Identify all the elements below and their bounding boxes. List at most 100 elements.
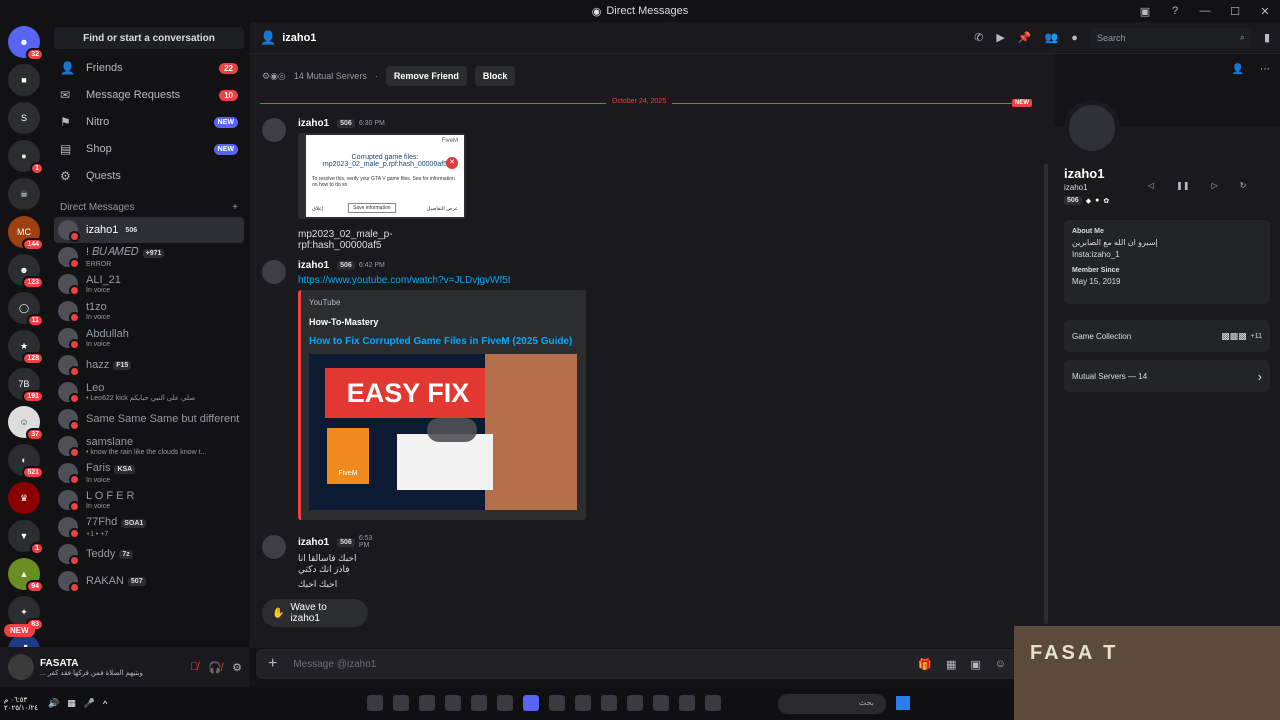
avatar[interactable] xyxy=(262,535,286,559)
server-icon[interactable]: ◯ 11 xyxy=(8,292,44,327)
store-icon[interactable] xyxy=(679,695,695,711)
remove-friend-button[interactable]: Remove Friend xyxy=(385,66,467,86)
gif-icon[interactable]: ▦ xyxy=(946,658,956,671)
folder-icon[interactable] xyxy=(653,695,669,711)
play-button[interactable] xyxy=(427,418,477,442)
nav-message-requests[interactable]: ✉ Message Requests 10 xyxy=(54,82,244,108)
tray-expand-icon[interactable]: ^ xyxy=(103,699,107,709)
profile-avatar[interactable] xyxy=(1064,100,1120,156)
nav-shop[interactable]: ▤ Shop NEW xyxy=(54,136,244,162)
taskbar-app-icon[interactable] xyxy=(497,695,513,711)
chat-recipient[interactable]: izaho1 xyxy=(282,32,316,44)
dm-item[interactable]: izaho1 506 xyxy=(54,217,244,243)
pause-icon[interactable]: ❚❚ xyxy=(1176,181,1189,190)
message-author[interactable]: izaho1 xyxy=(298,537,329,548)
emoji-icon[interactable]: ☺ xyxy=(995,658,1006,670)
server-icon[interactable]: ☻ 123 xyxy=(8,254,44,289)
game-collection-card[interactable]: Game Collection ▩▩▩ +11 xyxy=(1064,320,1270,352)
wave-button[interactable]: ✋ Wave to izaho1 xyxy=(262,599,368,627)
taskbar-app-icon[interactable] xyxy=(471,695,487,711)
discord-icon[interactable] xyxy=(523,695,539,711)
server-icon[interactable]: ■ xyxy=(8,64,40,96)
start-icon[interactable] xyxy=(896,696,910,710)
brave-icon[interactable] xyxy=(549,695,565,711)
dm-item[interactable]: Leo • Leo622 kick صلي على النبي حبايكم xyxy=(54,379,244,405)
embed-title[interactable]: How to Fix Corrupted Game Files in FiveM… xyxy=(309,336,578,347)
dm-item[interactable]: t1zo In voice xyxy=(54,298,244,324)
server-icon[interactable]: ● 1 xyxy=(8,140,44,175)
gift-icon[interactable]: 🎁 xyxy=(918,658,932,671)
dm-item[interactable]: Abdullah In voice xyxy=(54,325,244,351)
taskbar-app-icon[interactable] xyxy=(705,695,721,711)
next-icon[interactable]: ▷ xyxy=(1212,181,1218,190)
more-icon[interactable]: ⋯ xyxy=(1260,64,1270,75)
minimize-button[interactable]: — xyxy=(1190,5,1220,17)
pin-icon[interactable]: 📌 xyxy=(1018,31,1032,44)
dm-item[interactable]: 77Fhd SOA1 +1 • +7 xyxy=(54,514,244,540)
message-author[interactable]: izaho1 xyxy=(298,260,329,271)
server-icon[interactable]: ▼ 1 xyxy=(8,520,44,555)
message-input[interactable]: + Message @izaho1 🎁 ▦ ▣ ☺ xyxy=(256,649,1018,679)
taskbar-app-icon[interactable] xyxy=(419,695,435,711)
find-conversation-button[interactable]: Find or start a conversation xyxy=(54,27,244,49)
taskbar-app-icon[interactable] xyxy=(367,695,383,711)
help-icon[interactable]: ? xyxy=(1160,5,1190,17)
mute-mic-icon[interactable]: 🎙̸ xyxy=(190,661,198,674)
chrome-icon[interactable] xyxy=(627,695,643,711)
dm-item[interactable]: RAKAN 507 xyxy=(54,568,244,594)
previous-icon[interactable]: ◁ xyxy=(1148,181,1154,190)
taskbar-search[interactable]: بحث xyxy=(778,694,886,714)
server-icon[interactable]: MC 144 xyxy=(8,216,44,251)
server-icon[interactable]: ▲ 94 xyxy=(8,558,44,593)
bookmark-icon[interactable]: ▮ xyxy=(1264,31,1270,44)
dm-item[interactable]: ! 𝐵𝑈𝐴𝑀𝐸𝐷 +971 ERROR xyxy=(54,244,244,270)
embed-author[interactable]: How-To-Mastery xyxy=(309,317,578,327)
inbox-icon[interactable]: ▣ xyxy=(1130,5,1160,18)
volume-icon[interactable]: 🔊 xyxy=(48,698,59,709)
search-input[interactable]: Search ⌕ xyxy=(1090,27,1251,48)
repeat-icon[interactable]: ↻ xyxy=(1240,181,1247,190)
avatar[interactable] xyxy=(8,654,34,680)
add-attachment-icon[interactable]: + xyxy=(268,655,277,673)
dm-item[interactable]: Same Same Same but different xyxy=(54,406,244,432)
network-icon[interactable]: ▦ xyxy=(67,698,76,709)
nav-nitro[interactable]: ⚑ Nitro NEW xyxy=(54,109,244,135)
add-friend-icon[interactable]: 👤 xyxy=(1232,64,1244,75)
message-link[interactable]: https://www.youtube.com/watch?v=JLDvjgvW… xyxy=(298,275,586,286)
profile-toggle-icon[interactable]: ● xyxy=(1071,32,1078,44)
steam-icon[interactable] xyxy=(393,695,409,711)
settings-icon[interactable]: ⚙ xyxy=(232,661,242,674)
add-dm-icon[interactable]: + xyxy=(232,202,238,213)
attachment-image[interactable]: FiveM ✕ Corrupted game files: mp2023_02_m… xyxy=(298,133,466,219)
taskbar-app-icon[interactable] xyxy=(575,695,591,711)
add-friends-icon[interactable]: 👥 xyxy=(1045,31,1059,44)
server-icon[interactable]: ★ 128 xyxy=(8,330,44,365)
avatar[interactable] xyxy=(262,260,286,284)
video-thumbnail[interactable]: EASY FIX FiveM xyxy=(309,354,577,510)
server-icon[interactable]: ◐ 521 xyxy=(8,444,44,479)
mutual-servers-card[interactable]: Mutual Servers — 14 › xyxy=(1064,360,1270,392)
dm-item[interactable]: L O F E R In voice xyxy=(54,487,244,513)
taskbar-app-icon[interactable] xyxy=(601,695,617,711)
mic-icon[interactable]: 🎤 xyxy=(84,698,95,709)
new-pill[interactable]: NEW xyxy=(4,624,35,637)
nav-friends[interactable]: 👤 Friends 22 xyxy=(54,55,244,81)
avatar[interactable] xyxy=(262,118,286,142)
call-icon[interactable]: ✆ xyxy=(974,31,983,44)
maximize-button[interactable]: ☐ xyxy=(1220,5,1250,18)
scrollbar[interactable] xyxy=(1044,164,1048,624)
home-button[interactable]: ☻ 32 xyxy=(8,26,44,61)
mutual-servers-label[interactable]: 14 Mutual Servers xyxy=(294,71,367,81)
server-icon[interactable]: S xyxy=(8,102,40,134)
server-icon[interactable]: ☺ 37 xyxy=(8,406,44,441)
server-icon[interactable]: ☠ xyxy=(8,178,40,210)
dm-item[interactable]: samslane • know the rain like the clouds … xyxy=(54,433,244,459)
deafen-icon[interactable]: 🎧̸ xyxy=(208,661,222,674)
dm-item[interactable]: Teddy 7z xyxy=(54,541,244,567)
close-button[interactable]: ✕ xyxy=(1250,5,1280,18)
nav-quests[interactable]: ⚙ Quests xyxy=(54,163,244,189)
server-icon[interactable]: ♛ xyxy=(8,482,40,514)
block-button[interactable]: Block xyxy=(474,66,516,86)
sticker-icon[interactable]: ▣ xyxy=(970,658,980,671)
video-icon[interactable]: ▶ xyxy=(996,31,1004,44)
